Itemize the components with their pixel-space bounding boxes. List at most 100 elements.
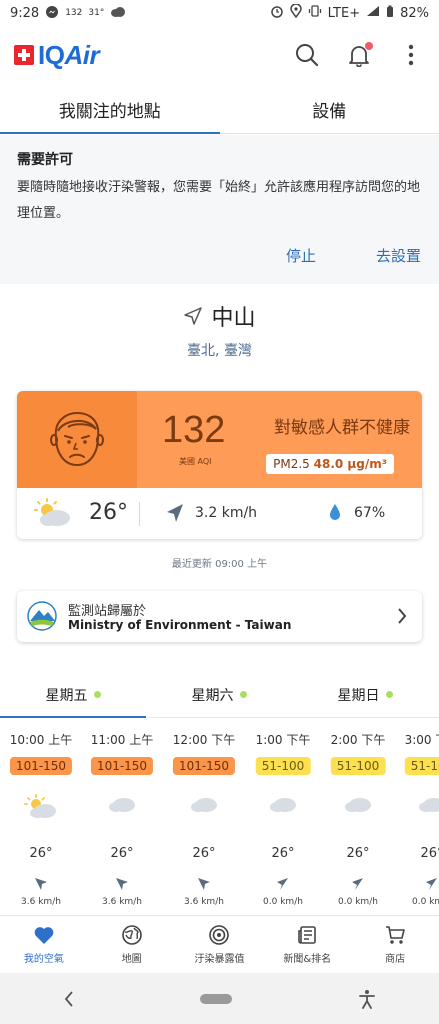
tab-devices[interactable]: 設備 [220,86,439,133]
divider [139,502,140,526]
nav-label: 我的空氣 [23,954,64,965]
hour-aqi-badge: 101-150 [90,757,154,775]
day-tab-sunday[interactable]: 星期日 [292,672,438,717]
nav-label: 新聞&排名 [283,954,332,965]
search-button[interactable] [293,41,321,69]
go-settings-button[interactable]: 去設置 [376,245,421,266]
location-pin-icon [289,3,302,22]
swiss-cross-icon [14,45,34,65]
cloud-icon [270,798,296,812]
hour-temp: 26° [29,846,53,861]
notifications-button[interactable] [345,41,373,69]
messenger-icon [45,5,59,22]
location-header: 中山 臺北, 臺灣 [0,300,439,360]
back-icon[interactable] [63,990,75,1008]
unhealthy-face-icon [50,411,104,466]
accessibility-icon[interactable] [358,989,376,1009]
cloud-icon [419,798,439,812]
notification-dot [365,42,373,50]
location-name: 中山 [211,306,256,331]
nav-label: 汙染暴露值 [194,954,245,965]
system-nav-bar [0,973,439,1024]
hour-time: 3:00 下午 [404,733,439,747]
station-name: Ministry of Environment - Taiwan [68,618,292,632]
pollutant-pill: PM2.5 48.0 µg/m³ [266,454,394,474]
app-bar: IQAir [0,30,439,80]
chevron-right-icon [398,608,407,624]
hour-temp: 26° [346,846,370,861]
aqi-unit: 美國 AQI [179,457,212,466]
status-battery: 82% [400,5,429,21]
more-options-button[interactable] [397,41,425,69]
navigation-arrow-icon [184,307,203,325]
hour-aqi-badge: 101-150 [9,757,73,775]
nav-news-ranking[interactable]: 新聞&排名 [263,916,351,973]
cloud-icon [345,798,371,812]
hourly-forecast[interactable]: 10:00 上午 101-150 26° 3.6 km/h 11:00 上午 1… [0,719,439,915]
day-label: 星期日 [337,687,380,704]
target-icon [209,925,230,945]
hour-time: 2:00 下午 [330,733,386,747]
permission-body: 要隨時隨地接收汙染警報，您需要「始終」允許該應用程序訪問您的地理位置。 [17,180,421,221]
location-subtitle: 臺北, 臺灣 [187,343,252,359]
signal-icon [366,5,380,21]
heart-icon [34,927,54,944]
globe-icon [121,925,142,945]
day-tab-saturday[interactable]: 星期六 [146,672,292,717]
logo-iq: IQ [38,39,65,70]
hour-wind: 3.6 km/h [102,897,142,907]
hour-aqi-badge: 101-150 [172,757,236,775]
cloud-icon [191,798,217,812]
logo-air: Air [64,39,100,70]
search-icon [296,44,319,67]
day-label: 星期六 [191,687,234,704]
wind-direction-icon [426,878,437,890]
wind-direction-icon [198,878,210,890]
aqi-status: 對敏感人群不健康 [274,418,410,438]
permission-title: 需要許可 [17,152,73,168]
hour-time: 11:00 上午 [90,733,154,747]
pollutant-name: PM2.5 [273,457,310,471]
partly-cloudy-icon [24,794,56,818]
stop-button[interactable]: 停止 [286,245,316,266]
tab-my-locations[interactable]: 我關注的地點 [0,86,220,134]
iqair-logo: IQAir [14,39,100,71]
wind-direction-icon [352,878,363,890]
status-network: LTE+ [327,5,361,21]
nav-map[interactable]: 地圖 [88,916,176,973]
hour-wind: 0.0 km/h [338,897,378,907]
aqi-dot [239,691,247,698]
cloud-icon [109,798,135,812]
temperature: 26° [89,500,128,525]
hour-time: 10:00 上午 [9,733,73,747]
hour-temp: 26° [110,846,134,861]
partly-cloudy-icon [34,498,70,526]
station-label: 監測站歸屬於 [68,604,147,619]
wind-speed: 3.2 km/h [195,505,258,521]
status-time: 9:28 [10,5,40,21]
vibrate-icon [308,4,322,22]
day-label: 星期五 [45,687,88,704]
cloud-icon [110,6,126,21]
station-card[interactable]: 監測站歸屬於 Ministry of Environment - Taiwan [17,591,422,642]
humidity: 67% [354,505,386,521]
aqi-card[interactable]: 132 美國 AQI 對敏感人群不健康 PM2.5 48.0 µg/m³ 26°… [17,391,422,539]
last-updated: 最近更新 09:00 上午 [171,559,268,570]
hour-aqi-badge: 51-100 [404,757,439,775]
wind-direction-icon [116,878,128,890]
battery-icon [386,5,394,22]
nav-shop[interactable]: 商店 [351,916,439,973]
nav-exposure[interactable]: 汙染暴露值 [176,916,264,973]
hour-wind: 0.0 km/h [263,897,303,907]
alarm-icon [270,4,284,22]
aqi-dot [385,691,393,698]
weather-row: 26° 3.2 km/h 67% [17,488,422,539]
day-tab-friday[interactable]: 星期五 [0,672,146,718]
home-pill[interactable] [200,993,233,1004]
environment-ministry-logo-icon [27,601,57,631]
hour-time: 1:00 下午 [255,733,311,747]
nav-my-air[interactable]: 我的空氣 [0,916,88,973]
aqi-value: 132 [162,409,226,451]
hour-temp: 26° [271,846,295,861]
hour-wind: 0.0 km/h [412,897,439,907]
